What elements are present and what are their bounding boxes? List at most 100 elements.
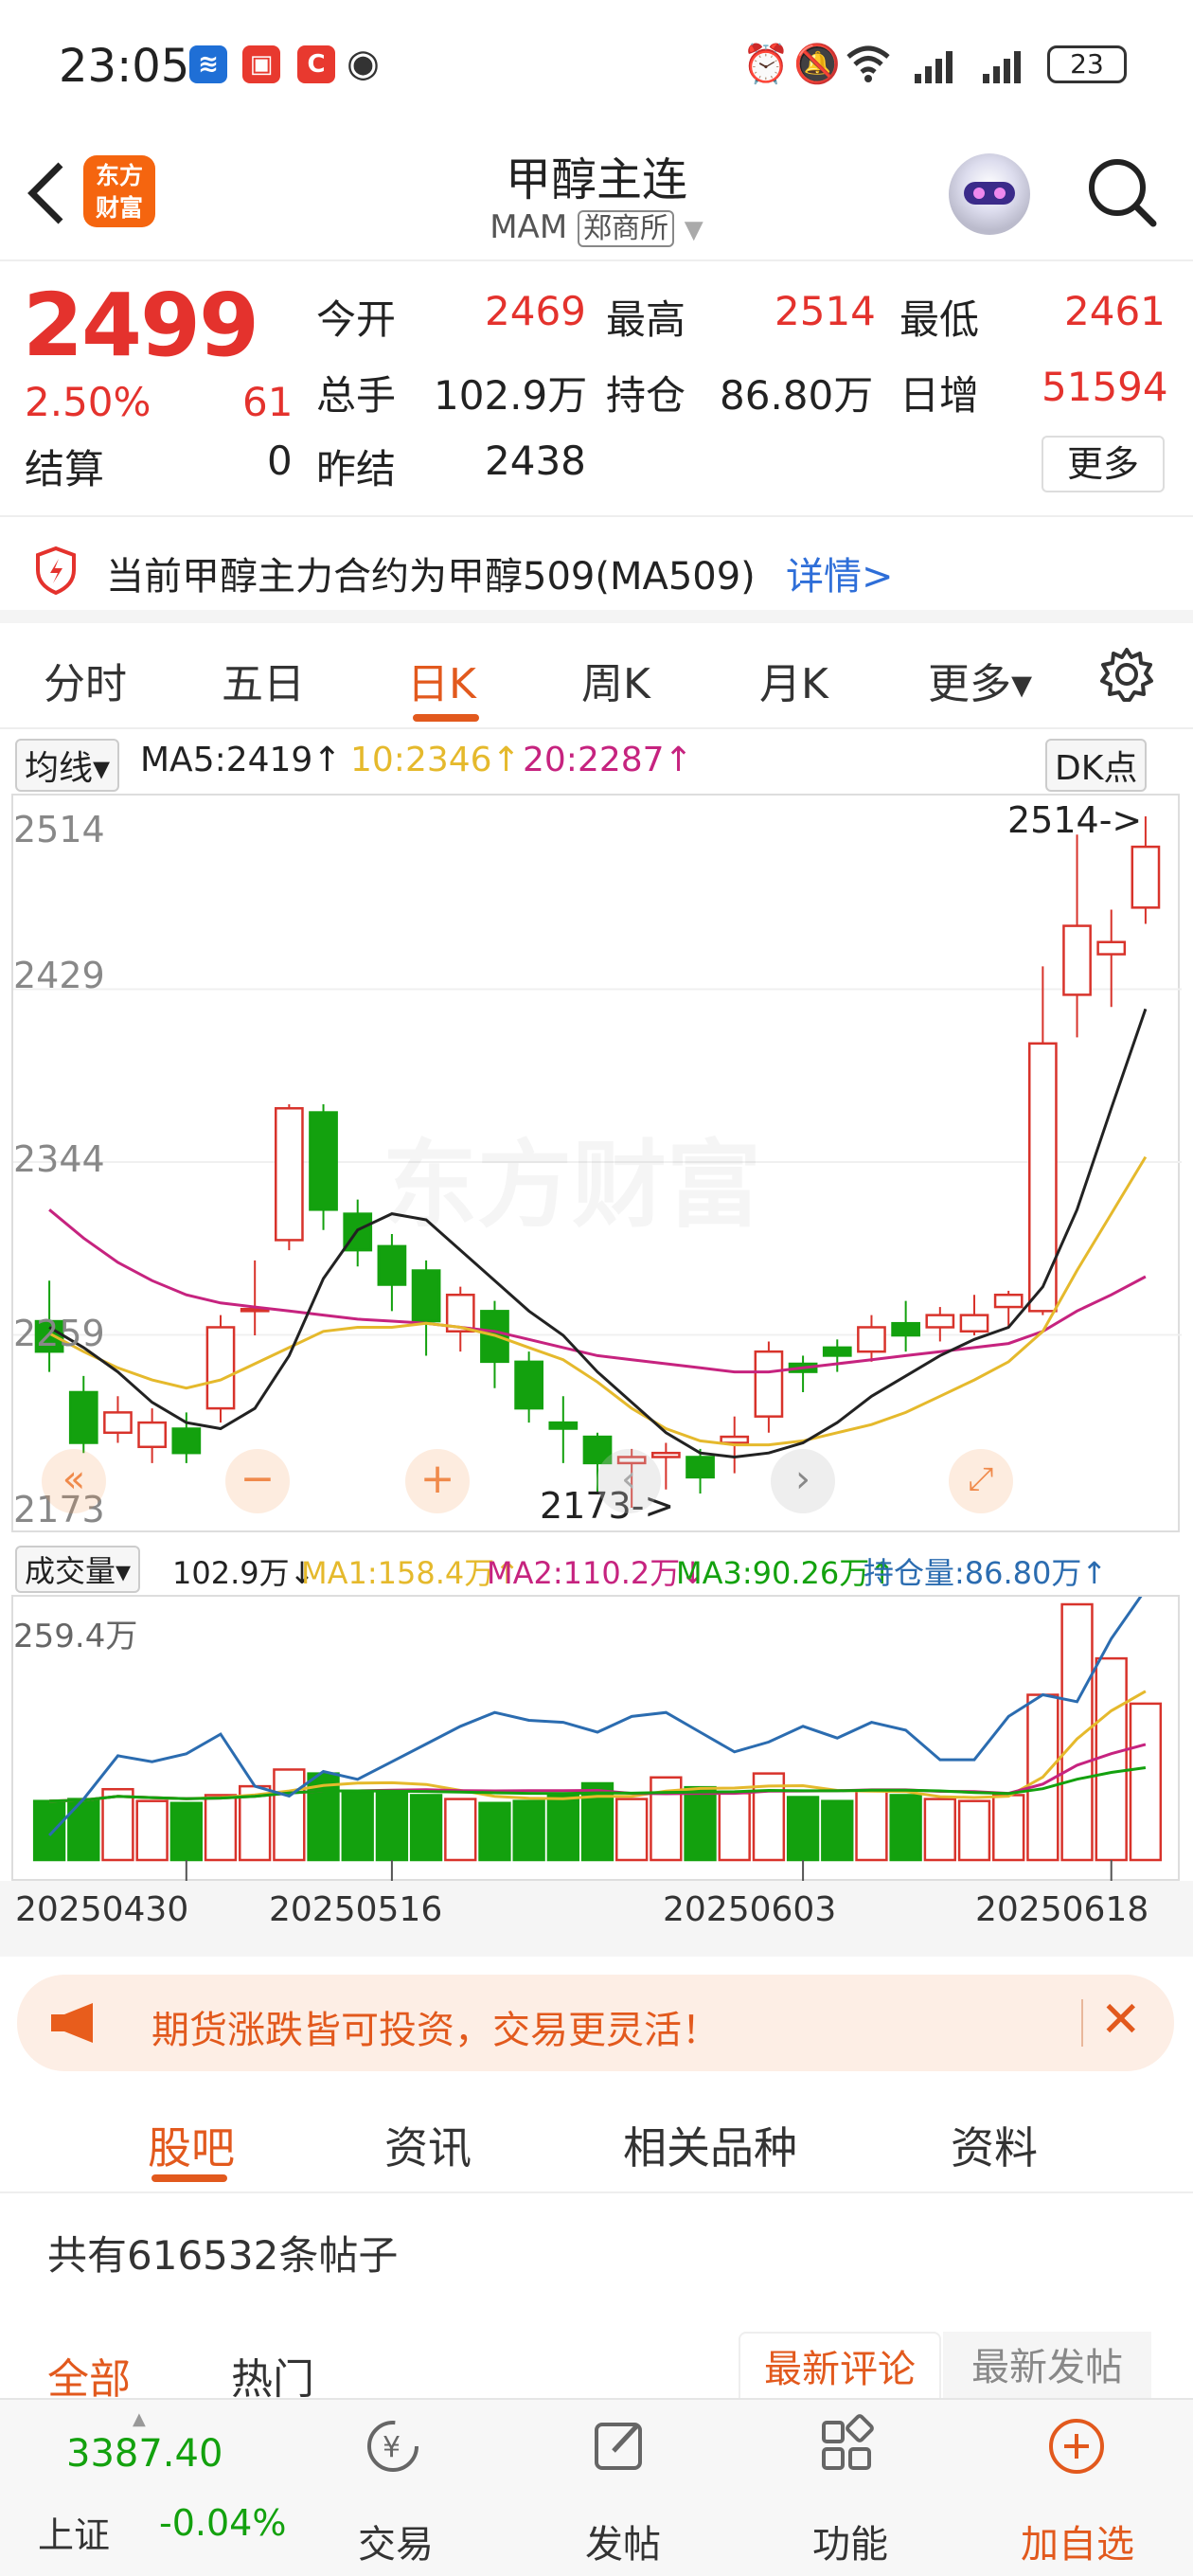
candle-body [959,1314,989,1333]
sort-latest-comment[interactable]: 最新评论 [739,2332,941,2398]
nav-functions[interactable]: 功能 [812,2513,888,2568]
search-icon[interactable] [1083,153,1159,229]
promo-banner[interactable]: 期货涨跌皆可投资，交易更灵活！ ✕ [17,1975,1174,2071]
scroll-left-icon[interactable]: « [42,1449,106,1513]
high-marker: 2514-> [1007,799,1143,841]
candle-body [68,1390,98,1444]
volume-bar [409,1794,443,1862]
zoom-in-icon[interactable]: + [405,1449,470,1513]
tab-weekly-k[interactable]: 周K [581,650,650,710]
indicator-selector[interactable]: 成交量▾ [15,1546,141,1593]
close-icon[interactable]: ✕ [1100,1992,1142,2048]
page-title: 甲醇主连 [505,153,687,206]
volume-bar [855,1790,888,1862]
wifi-icon [845,42,892,93]
tab-more[interactable]: 更多▾ [928,650,1032,710]
assistant-robot-icon[interactable] [949,153,1030,235]
volume-bar [478,1801,511,1862]
post-filters: 全部 热门 最新评论 最新发帖 [0,2332,1193,2404]
volume-bar [580,1781,614,1862]
volume-bar [375,1792,409,1862]
vol-value: 102.9万↓ [172,1555,315,1591]
step-left-icon[interactable]: ‹ [596,1449,661,1513]
open-value: 2469 [485,288,586,334]
dk-point-button[interactable]: DK点 [1045,739,1148,792]
date-label-2: 20250516 [269,1890,443,1929]
tab-related[interactable]: 相关品种 [623,2114,797,2176]
candle-body [205,1326,236,1410]
status-bar: 23:05 ≋ ▣ C ◉ ⏰ 🔕 23 [0,0,1193,133]
high-label: 最高 [606,296,686,343]
candle-body [171,1427,202,1455]
settle-label: 结算 [25,446,105,492]
functions-grid-icon[interactable] [814,2413,881,2483]
bottom-nav: ▲ 3387.40 上证 -0.04% ¥ 交易 发帖 功能 加自选 [0,2398,1193,2576]
active-tab-underline [413,714,479,722]
settle-value: 0 [267,438,293,484]
tab-intraday[interactable]: 分时 [44,650,127,710]
tab-monthly-k[interactable]: 月K [759,650,828,710]
filter-all[interactable]: 全部 [47,2345,131,2406]
filter-hot[interactable]: 热门 [231,2345,314,2406]
shield-icon [34,546,78,599]
kline-chart-panel[interactable]: 东方财富 2514 2429 2344 2259 2173 2514-> 217… [11,794,1182,1532]
nav-trade[interactable]: 交易 [358,2513,434,2568]
prev-settle-value: 2438 [485,438,586,484]
ma-selector[interactable]: 均线▾ [15,739,120,792]
status-time: 23:05 [59,40,190,93]
volume-bar [135,1799,169,1862]
contract-subtitle[interactable]: MAM 郑商所 ▼ [360,205,833,247]
volume-bar [1060,1602,1094,1862]
index-value[interactable]: 3387.40 [66,2432,223,2476]
y-label-4: 2259 [13,1313,105,1354]
step-right-icon[interactable]: › [771,1449,835,1513]
collapse-arrow-icon[interactable]: ▲ [133,2409,146,2429]
volume-label: 总手 [316,372,397,419]
nav-add-watchlist[interactable]: 加自选 [1021,2513,1134,2568]
volume-bar [1095,1656,1128,1862]
prev-settle-label: 昨结 [316,446,397,492]
candle-body [754,1350,784,1418]
fullscreen-icon[interactable]: ⤢ [949,1449,1013,1513]
compose-post-icon[interactable] [587,2413,653,2483]
oi-value: 86.80万 [720,372,874,419]
volume-bar [204,1794,238,1862]
volume-bar [684,1785,717,1862]
tab-five-day[interactable]: 五日 [222,650,305,710]
main-contract-notice[interactable]: 当前甲醇主力合约为甲醇509(MA509) 详情> [0,517,1193,623]
candle-body [1096,940,1127,956]
trade-yen-icon[interactable]: ¥ [360,2413,426,2483]
back-button[interactable] [23,155,70,243]
candle-body [377,1244,407,1286]
date-axis: 20250430 20250516 20250603 20250618 [0,1881,1193,1957]
tab-news[interactable]: 资讯 [384,2114,472,2176]
tab-daily-k[interactable]: 日K [407,650,476,710]
add-watchlist-icon[interactable] [1043,2413,1110,2483]
shopping-notification-icon: ▣ [242,45,280,83]
notice-detail-link[interactable]: 详情> [786,546,894,600]
sort-latest-post[interactable]: 最新发帖 [943,2332,1151,2398]
more-button[interactable]: 更多 [1042,436,1165,492]
quote-panel: 2499 2.50% 61 结算 0 今开 2469 最高 2514 最低 24… [0,261,1193,517]
candle-body [686,1456,715,1479]
ma5-legend: MA5:2419↑ [140,741,342,779]
volume-bar [821,1799,854,1862]
volume-chart [32,1588,1163,1883]
ma-legend: 均线▾ MA5:2419↑ 10:2346↑ 20:2287↑ DK点 [0,735,1193,792]
volume-value: 102.9万 [434,372,588,419]
y-label-3: 2344 [13,1138,105,1180]
daily-inc-value: 51594 [1042,364,1168,410]
banner-divider [1081,1999,1083,2047]
signal-icon [913,47,964,89]
zoom-out-icon[interactable]: − [225,1449,290,1513]
tab-guba[interactable]: 股吧 [148,2114,235,2176]
change-abs: 61 [242,379,294,425]
index-name: 上证 [38,2514,111,2556]
volume-bar [923,1798,956,1862]
volume-chart-panel[interactable]: 259.4万 [11,1588,1180,1883]
nav-post[interactable]: 发帖 [585,2513,661,2568]
candle-body [822,1346,852,1357]
settings-gear-icon[interactable] [1098,646,1155,707]
date-label-1: 20250430 [15,1890,189,1929]
tab-info[interactable]: 资料 [951,2114,1038,2176]
